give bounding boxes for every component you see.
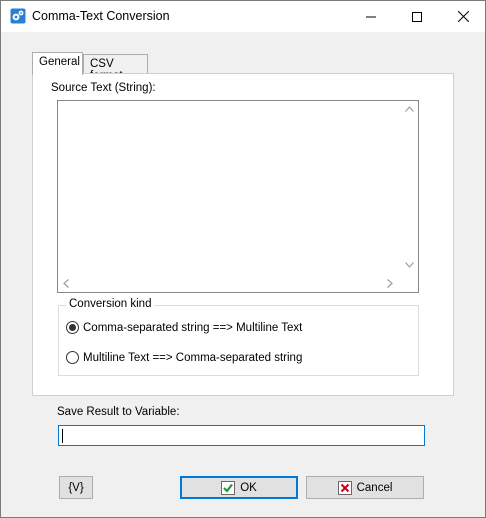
radio-multiline-to-comma[interactable] [66,351,79,364]
option-multiline-to-comma[interactable]: Multiline Text ==> Comma-separated strin… [66,351,302,364]
source-text-area[interactable] [57,100,419,293]
ok-button[interactable]: OK [180,476,298,499]
maximize-icon [412,11,422,22]
cancel-button[interactable]: Cancel [306,476,424,499]
insert-variable-button[interactable]: {V} [59,476,93,499]
option-comma-to-multiline-label: Comma-separated string ==> Multiline Tex… [83,321,303,334]
save-result-label: Save Result to Variable: [57,406,180,418]
scroll-up-arrow-icon[interactable] [405,106,414,112]
source-text-label: Source Text (String): [51,82,156,94]
checkmark-icon [221,480,236,495]
ok-label: OK [240,481,257,494]
close-icon [457,11,469,22]
x-mark-icon [337,480,352,495]
scroll-down-arrow-icon[interactable] [405,262,414,268]
dialog-window: Comma-Text Conversion General CSV format… [0,0,486,518]
vertical-scrollbar[interactable] [401,101,418,275]
maximize-button[interactable] [394,1,440,32]
conversion-kind-title: Conversion kind [66,298,155,310]
close-button[interactable] [440,1,486,32]
cancel-label: Cancel [356,481,393,494]
scroll-right-arrow-icon[interactable] [387,279,393,288]
text-caret [62,429,63,443]
tab-csv-format[interactable]: CSV format [83,54,148,82]
title-bar[interactable]: Comma-Text Conversion [1,1,485,32]
option-multiline-to-comma-label: Multiline Text ==> Comma-separated strin… [83,351,303,364]
horizontal-scrollbar[interactable] [58,275,402,292]
tab-general[interactable]: General [32,52,83,75]
conversion-kind-group: Conversion kind Comma-separated string =… [58,298,419,376]
window-title: Comma-Text Conversion [32,9,170,23]
radio-comma-to-multiline[interactable] [66,321,79,334]
result-variable-input[interactable] [58,425,425,446]
general-tab-panel: Source Text (String): Conversion kind Co… [32,73,454,396]
insert-variable-label: {V} [68,481,84,494]
minimize-button[interactable] [348,1,394,32]
minimize-icon [366,16,376,17]
tab-general-label: General [39,56,80,68]
option-comma-to-multiline[interactable]: Comma-separated string ==> Multiline Tex… [66,321,302,334]
app-gears-icon [10,8,26,24]
scroll-left-arrow-icon[interactable] [63,279,69,288]
